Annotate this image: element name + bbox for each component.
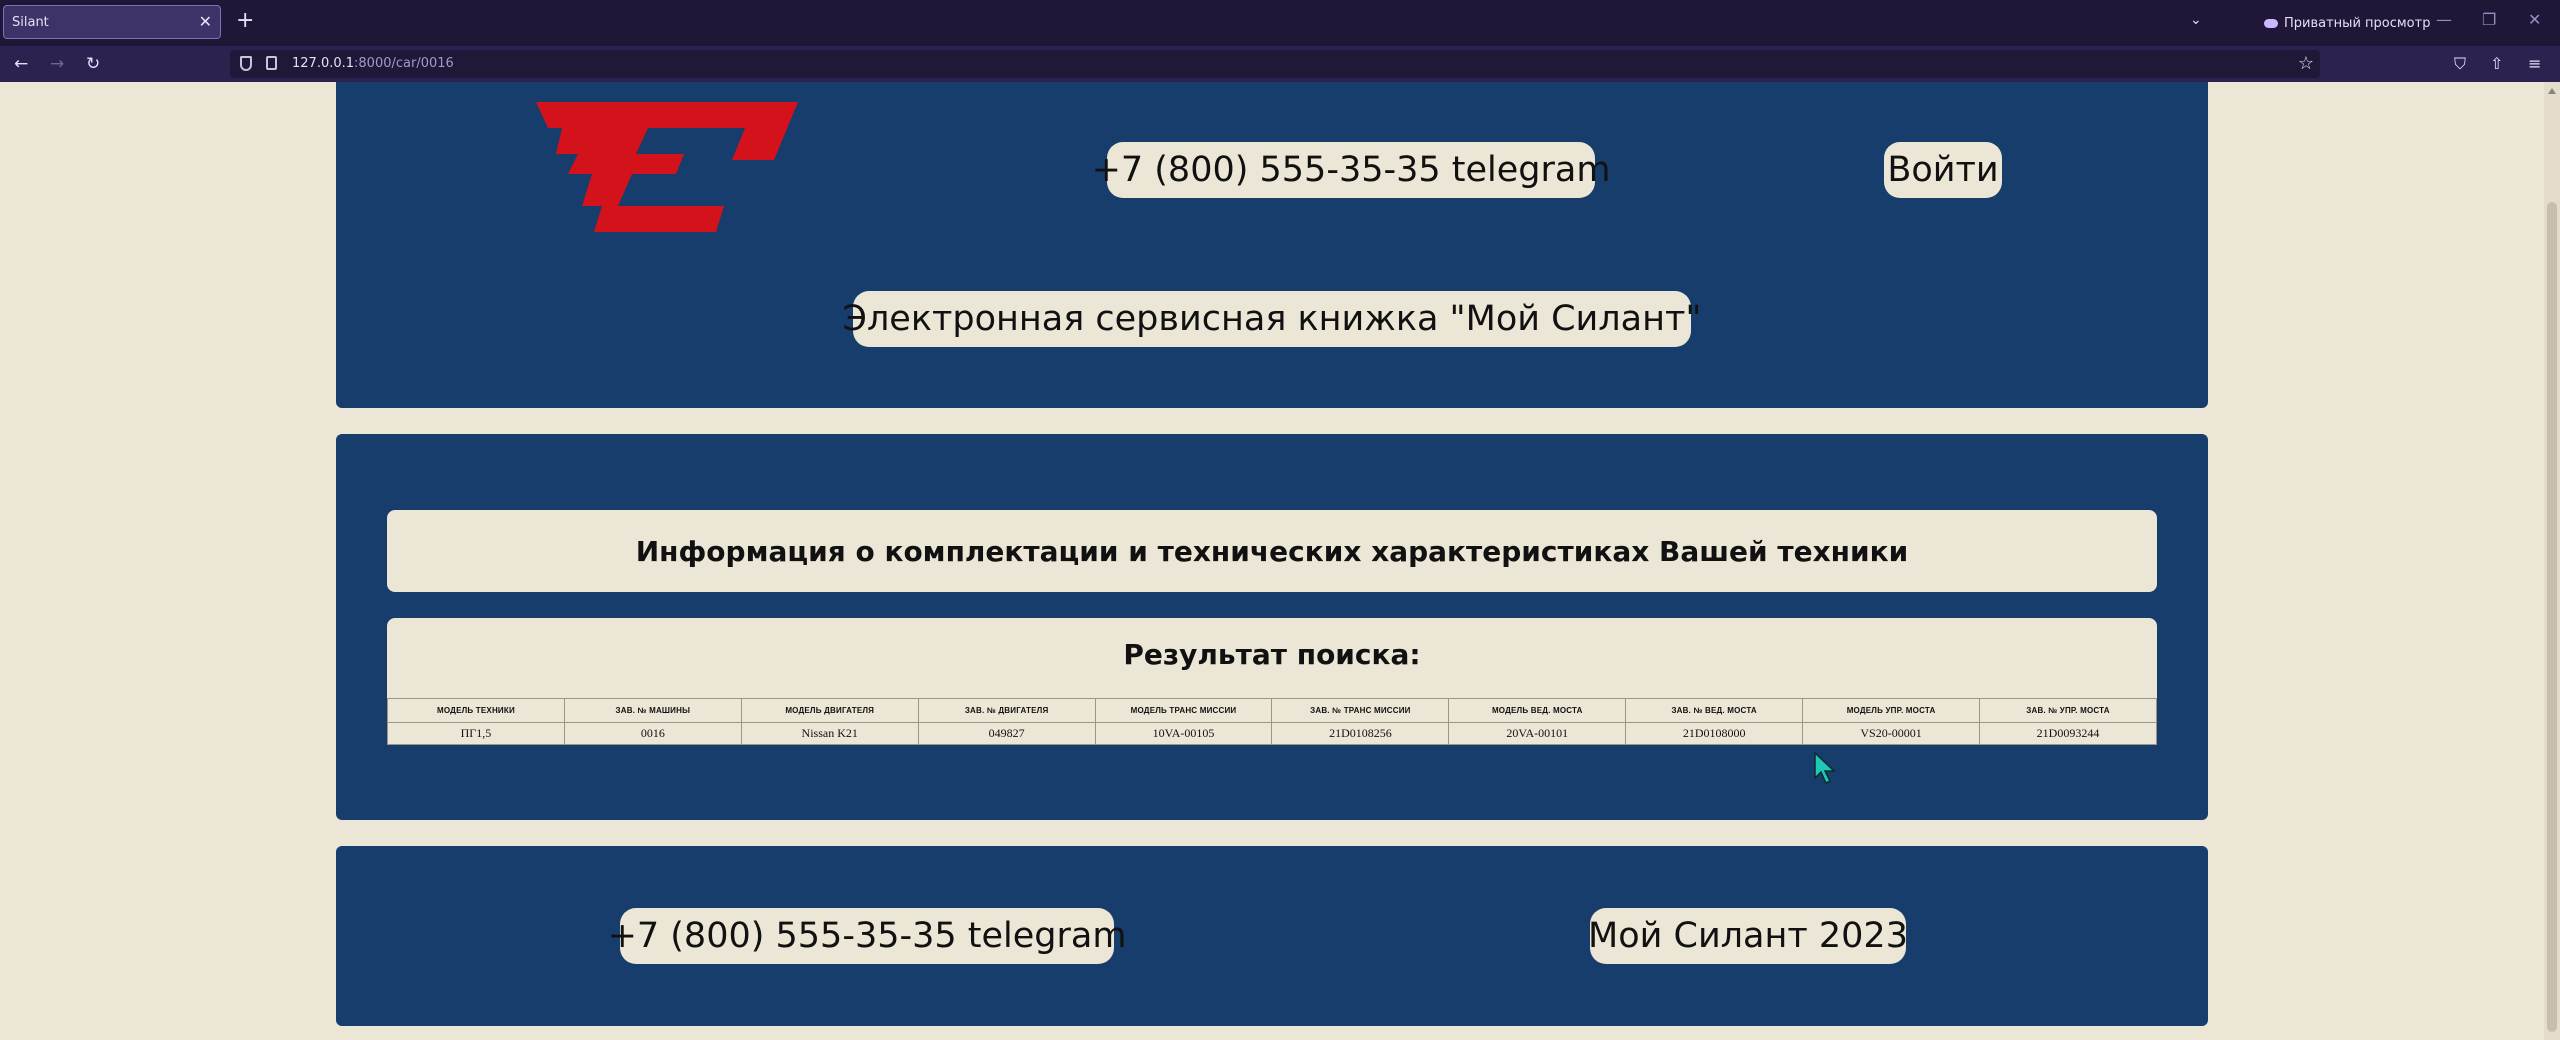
column-header: ЗАВ. № ТРАНС МИССИИ <box>1271 698 1450 723</box>
table-cell: VS20-00001 <box>1802 722 1981 745</box>
table-cell: Nissan K21 <box>740 722 919 745</box>
restore-icon[interactable]: ❐ <box>2482 10 2496 29</box>
site-header: +7 (800) 555-35-35 telegram Войти Электр… <box>336 82 2208 408</box>
close-tab-icon[interactable]: ✕ <box>199 12 212 31</box>
main-content: Информация о комплектации и технических … <box>336 434 2208 820</box>
url-text[interactable]: 127.0.0.1:8000/car/0016 <box>292 56 454 71</box>
login-button[interactable]: Войти <box>1884 142 2002 198</box>
column-header: ЗАВ. № ДВИГАТЕЛЯ <box>917 698 1096 723</box>
pocket-icon[interactable]: ⛉ <box>2454 54 2466 74</box>
column-header: МОДЕЛЬ ДВИГАТЕЛЯ <box>740 698 919 723</box>
browser-nav-bar: ← → ↻ 127.0.0.1:8000/car/0016 ☆ ⛉ ⇧ ≡ <box>0 46 2560 82</box>
table-cell: 0016 <box>563 722 742 745</box>
info-heading: Информация о комплектации и технических … <box>387 510 2157 592</box>
logo-shape <box>536 102 798 232</box>
close-window-icon[interactable]: ✕ <box>2528 10 2541 29</box>
table-cell: 20VA-00101 <box>1448 722 1627 745</box>
bookmark-star-icon[interactable]: ☆ <box>2298 53 2314 74</box>
table-cell: 21D0093244 <box>1979 722 2157 745</box>
menu-icon[interactable]: ≡ <box>2528 54 2541 73</box>
reload-icon[interactable]: ↻ <box>86 54 100 74</box>
forward-icon[interactable]: → <box>50 54 64 74</box>
service-booklet-title: Электронная сервисная книжка "Мой Силант… <box>843 291 1702 347</box>
url-host: 127.0.0.1 <box>292 56 355 71</box>
column-header: МОДЕЛЬ ВЕД. МОСТА <box>1448 698 1627 723</box>
footer-copyright: Мой Силант 2023 <box>1588 908 1908 964</box>
table-header-row: МОДЕЛЬ ТЕХНИКИ ЗАВ. № МАШИНЫ МОДЕЛЬ ДВИГ… <box>387 698 2157 723</box>
search-results: Результат поиска: МОДЕЛЬ ТЕХНИКИ ЗАВ. № … <box>387 618 2157 745</box>
column-header: МОДЕЛЬ ТЕХНИКИ <box>387 698 565 723</box>
browser-tab-bar: Silant ✕ + ⌄ Приватный просмотр — ❐ ✕ <box>0 0 2560 46</box>
minimize-icon[interactable]: — <box>2436 10 2452 29</box>
column-header: МОДЕЛЬ ТРАНС МИССИИ <box>1094 698 1273 723</box>
scroll-up-icon[interactable] <box>2548 88 2556 94</box>
page-viewport: +7 (800) 555-35-35 telegram Войти Электр… <box>0 82 2544 1040</box>
site-footer: +7 (800) 555-35-35 telegram Мой Силант 2… <box>336 846 2208 1026</box>
new-tab-icon[interactable]: + <box>236 8 254 33</box>
car-specs-table: МОДЕЛЬ ТЕХНИКИ ЗАВ. № МАШИНЫ МОДЕЛЬ ДВИГ… <box>387 698 2157 745</box>
private-browsing-indicator: Приватный просмотр <box>2264 13 2430 33</box>
column-header: ЗАВ. № МАШИНЫ <box>563 698 742 723</box>
extensions-icon[interactable]: ⇧ <box>2490 54 2503 73</box>
table-cell: ПГ1,5 <box>387 722 565 745</box>
mouse-cursor-icon <box>1814 752 1836 784</box>
browser-tab[interactable]: Silant ✕ <box>3 5 221 39</box>
column-header: ЗАВ. № ВЕД. МОСТА <box>1625 698 1804 723</box>
silant-logo <box>536 102 798 232</box>
table-row: ПГ1,5 0016 Nissan K21 049827 10VA-00105 … <box>387 722 2157 745</box>
back-icon[interactable]: ← <box>14 54 28 74</box>
table-cell: 21D0108256 <box>1271 722 1450 745</box>
page-info-icon[interactable] <box>266 56 277 70</box>
results-title: Результат поиска: <box>1123 638 1421 671</box>
table-cell: 049827 <box>917 722 1096 745</box>
private-browsing-label: Приватный просмотр <box>2284 15 2431 31</box>
tab-title: Silant <box>12 15 49 30</box>
address-bar[interactable]: 127.0.0.1:8000/car/0016 ☆ <box>230 50 2320 78</box>
tracking-shield-icon[interactable] <box>240 56 252 71</box>
column-header: ЗАВ. № УПР. МОСТА <box>1979 698 2157 723</box>
scroll-thumb[interactable] <box>2547 202 2557 1032</box>
table-cell: 21D0108000 <box>1625 722 1804 745</box>
footer-phone-telegram[interactable]: +7 (800) 555-35-35 telegram <box>608 908 1126 964</box>
page-scrollbar[interactable] <box>2544 82 2560 1040</box>
table-cell: 10VA-00105 <box>1094 722 1273 745</box>
header-phone-telegram[interactable]: +7 (800) 555-35-35 telegram <box>1092 142 1610 198</box>
url-path: :8000/car/0016 <box>354 56 454 71</box>
private-mask-icon <box>2264 18 2278 28</box>
list-all-tabs-icon[interactable]: ⌄ <box>2190 12 2202 28</box>
column-header: МОДЕЛЬ УПР. МОСТА <box>1802 698 1981 723</box>
